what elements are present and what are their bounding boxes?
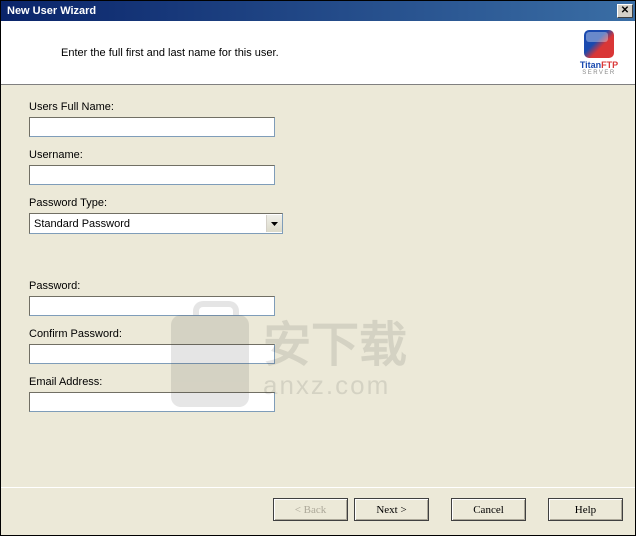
username-label: Username:	[29, 149, 607, 161]
email-group: Email Address:	[29, 376, 607, 412]
titanftp-logo: TitanFTP SERVER	[575, 30, 623, 76]
fullname-group: Users Full Name:	[29, 101, 607, 137]
password-input[interactable]	[29, 296, 275, 316]
back-button[interactable]: < Back	[273, 498, 348, 521]
username-input[interactable]	[29, 165, 275, 185]
chevron-down-icon	[266, 215, 282, 232]
confirm-label: Confirm Password:	[29, 328, 607, 340]
pwdtype-group: Password Type: Standard Password	[29, 197, 607, 234]
wizard-content: Users Full Name: Username: Password Type…	[1, 85, 635, 487]
help-button[interactable]: Help	[548, 498, 623, 521]
fullname-input[interactable]	[29, 117, 275, 137]
cancel-button[interactable]: Cancel	[451, 498, 526, 521]
pwdtype-select[interactable]: Standard Password	[29, 213, 283, 234]
logo-icon	[584, 30, 614, 58]
instruction-text: Enter the full first and last name for t…	[61, 47, 575, 59]
confirm-input[interactable]	[29, 344, 275, 364]
window-title: New User Wizard	[7, 5, 617, 17]
close-button[interactable]: ✕	[617, 4, 633, 18]
email-label: Email Address:	[29, 376, 607, 388]
email-input[interactable]	[29, 392, 275, 412]
password-label: Password:	[29, 280, 607, 292]
username-group: Username:	[29, 149, 607, 185]
pwdtype-label: Password Type:	[29, 197, 607, 209]
wizard-header: Enter the full first and last name for t…	[1, 21, 635, 85]
pwdtype-value: Standard Password	[30, 218, 266, 230]
wizard-footer: < Back Next > Cancel Help	[1, 487, 635, 535]
fullname-label: Users Full Name:	[29, 101, 607, 113]
wizard-window: New User Wizard ✕ Enter the full first a…	[0, 0, 636, 536]
titlebar: New User Wizard ✕	[1, 1, 635, 21]
confirm-group: Confirm Password:	[29, 328, 607, 364]
next-button[interactable]: Next >	[354, 498, 429, 521]
password-group: Password:	[29, 280, 607, 316]
logo-text: TitanFTP	[580, 60, 618, 70]
logo-subtitle: SERVER	[582, 70, 616, 76]
